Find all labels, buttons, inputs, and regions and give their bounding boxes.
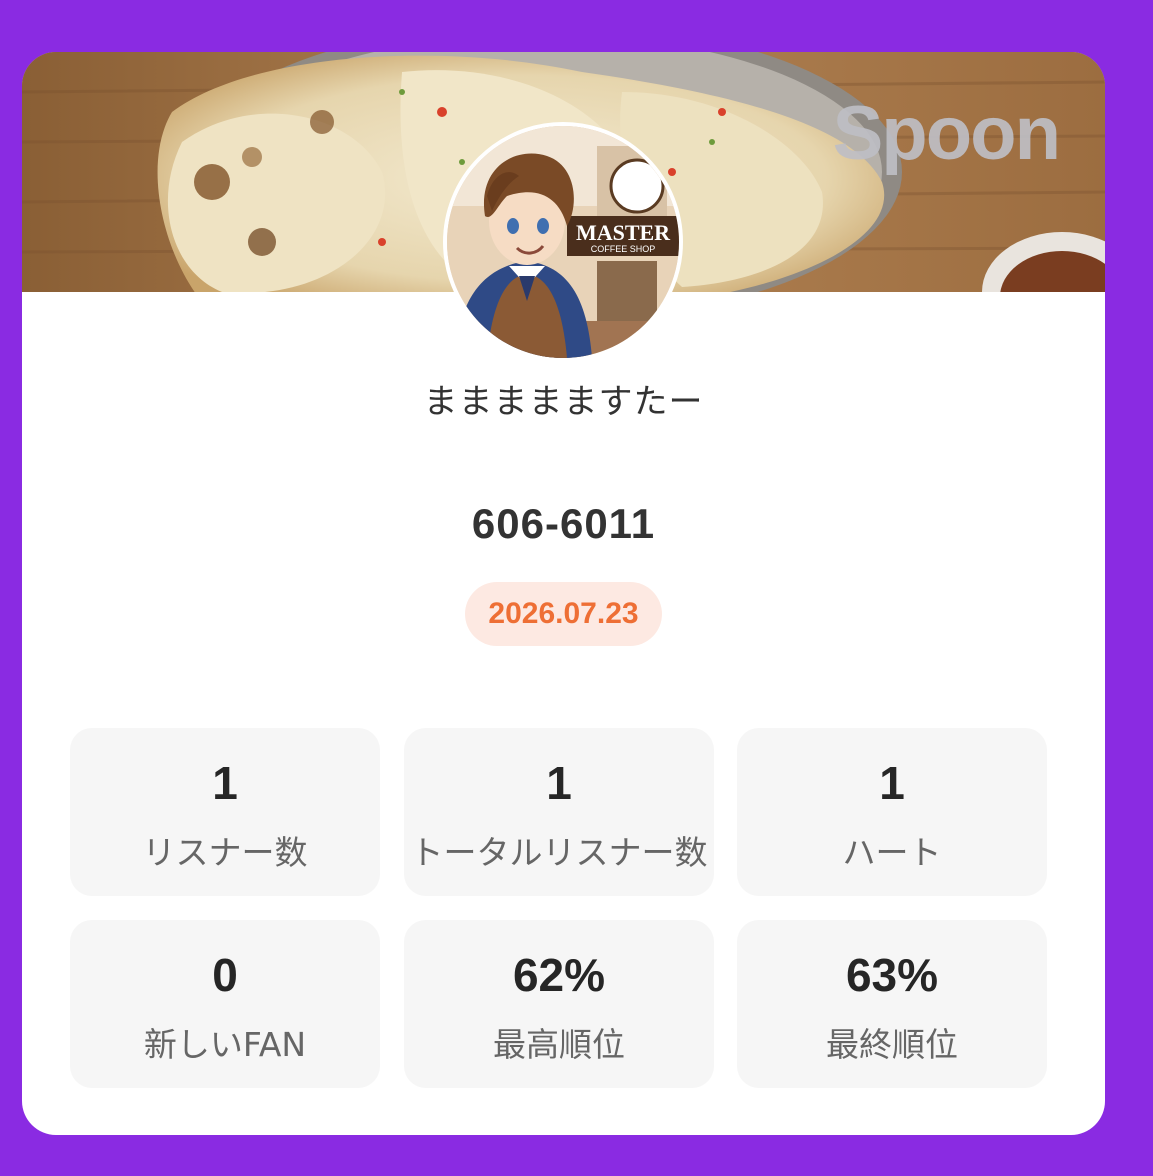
stat-value: 1	[546, 757, 572, 809]
stat-value: 0	[212, 949, 238, 1001]
broadcast-id: 606-6011	[471, 500, 656, 547]
stat-label: 最高順位	[493, 1025, 625, 1064]
date-badge: 2026.07.23	[465, 582, 662, 646]
broadcast-summary-card: Spoon MASTER COFFEE SHOP ままままますたー 606-60…	[22, 52, 1105, 1135]
avatar[interactable]: MASTER COFFEE SHOP	[443, 122, 683, 362]
stat-value: 1	[212, 757, 238, 809]
stat-label: ハート	[842, 833, 942, 872]
stat-highest-rank: 62% 最高順位	[404, 920, 714, 1088]
stat-new-fans: 0 新しいFAN	[70, 920, 380, 1088]
stat-final-rank: 63% 最終順位	[737, 920, 1047, 1088]
avatar-shop-sub: COFFEE SHOP	[591, 244, 656, 254]
stat-value: 63%	[845, 949, 939, 1001]
stat-label: 新しいFAN	[143, 1025, 307, 1064]
stat-hearts: 1 ハート	[737, 728, 1047, 896]
stat-label: トータルリスナー数	[410, 833, 708, 872]
username: ままままますたー	[423, 382, 704, 422]
stat-value: 1	[879, 757, 905, 809]
stat-label: 最終順位	[826, 1025, 958, 1064]
avatar-illustration: MASTER COFFEE SHOP	[447, 126, 679, 358]
stat-value: 62%	[512, 949, 606, 1001]
spoon-logo: Spoon	[832, 91, 1061, 176]
stat-total-listeners: 1 トータルリスナー数	[404, 728, 714, 896]
stat-listeners: 1 リスナー数	[70, 728, 380, 896]
avatar-shop-sign: MASTER	[576, 220, 671, 245]
stat-label: リスナー数	[142, 833, 308, 872]
